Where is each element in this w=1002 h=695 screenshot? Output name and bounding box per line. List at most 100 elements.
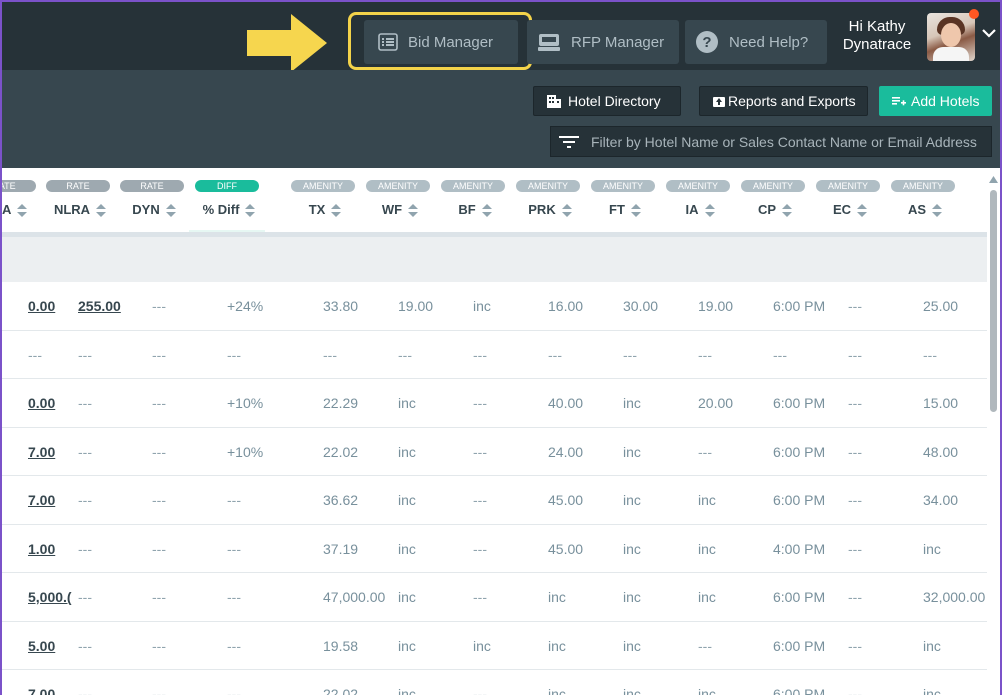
filter-field[interactable] bbox=[550, 126, 992, 157]
column-header-ft[interactable]: FT bbox=[609, 202, 625, 217]
column-header-nlra[interactable]: NLRA bbox=[54, 202, 90, 217]
greeting-company: Dynatrace bbox=[842, 36, 912, 53]
sort-icon[interactable] bbox=[481, 204, 492, 218]
vertical-scrollbar[interactable] bbox=[987, 168, 1000, 695]
avatar[interactable] bbox=[927, 13, 975, 61]
column-header-ia[interactable]: IA bbox=[686, 202, 699, 217]
cell-lra[interactable]: 5.00 bbox=[28, 622, 55, 670]
table-row[interactable]: 7.00 --- --- +10% 22.02 inc --- 24.00 inc --- 6:00… bbox=[2, 428, 987, 476]
help-icon: ? bbox=[695, 30, 719, 54]
cell-lra[interactable]: 7.00 bbox=[28, 670, 55, 695]
cell-nlra: --- bbox=[78, 395, 92, 411]
cell-as: 15.00 bbox=[923, 395, 959, 411]
column-type-badge: AMENITY bbox=[891, 180, 955, 192]
add-hotels-button[interactable]: Add Hotels bbox=[879, 86, 992, 116]
cell-ft: inc bbox=[623, 492, 641, 508]
notification-dot bbox=[969, 9, 979, 19]
table-row[interactable]: 5,000.(--- --- --- 47,000.00 inc --- inc inc inc… bbox=[2, 573, 987, 622]
window-frame-left bbox=[0, 0, 2, 695]
cell-as: 48.00 bbox=[923, 443, 959, 460]
cell-prk: --- bbox=[548, 346, 562, 363]
cell-diff: --- bbox=[227, 686, 241, 695]
sort-icon[interactable] bbox=[245, 204, 256, 218]
cell-bf: --- bbox=[473, 395, 487, 411]
column-header-ec[interactable]: EC bbox=[833, 202, 851, 217]
need-help-label: Need Help? bbox=[729, 33, 809, 51]
column-header-wf[interactable]: WF bbox=[382, 202, 402, 217]
sort-icon[interactable] bbox=[165, 204, 176, 218]
cell-as: inc bbox=[923, 686, 941, 695]
sort-icon[interactable] bbox=[932, 204, 943, 218]
cell-as: 34.00 bbox=[923, 492, 959, 508]
add-list-icon bbox=[892, 95, 906, 107]
hotel-directory-button[interactable]: Hotel Directory bbox=[533, 86, 681, 116]
scrollbar-thumb[interactable] bbox=[990, 190, 997, 412]
sort-icon[interactable] bbox=[408, 204, 419, 218]
cell-ia: 19.00 bbox=[698, 298, 734, 314]
cell-ec: --- bbox=[848, 637, 862, 654]
cell-lra[interactable]: 0.00 bbox=[28, 379, 55, 427]
cell-nlra[interactable]: 255.00 bbox=[78, 282, 121, 330]
column-header-diff[interactable]: % Diff bbox=[203, 202, 240, 217]
cell-lra[interactable]: 1.00 bbox=[28, 525, 55, 573]
bid-manager-label: Bid Manager bbox=[408, 33, 494, 51]
sort-icon[interactable] bbox=[630, 204, 641, 218]
scroll-up-icon[interactable] bbox=[989, 176, 998, 183]
table-row[interactable]: 0.00 --- --- +10% 22.29 inc --- 40.00 inc 20.00 6:… bbox=[2, 379, 987, 428]
cell-tx: 19.58 bbox=[323, 637, 359, 654]
column-header-lra[interactable]: LRA bbox=[2, 202, 11, 217]
rfp-manager-button[interactable]: RFP Manager bbox=[527, 20, 679, 64]
cell-lra[interactable]: 7.00 bbox=[28, 428, 55, 476]
reports-exports-button[interactable]: Reports and Exports bbox=[699, 86, 868, 116]
sort-icon[interactable] bbox=[17, 204, 28, 218]
cell-lra[interactable]: 7.00 bbox=[28, 476, 55, 524]
sort-icon[interactable] bbox=[857, 204, 868, 218]
cell-tx: 37.19 bbox=[323, 540, 359, 557]
cell-ft: --- bbox=[623, 346, 637, 363]
hotel-table: RATE LRA RATE NLRA RATE DYN DIFF % Diff AMENITY T… bbox=[2, 168, 987, 695]
cell-cp: 6:00 PM bbox=[773, 686, 826, 695]
column-type-badge: AMENITY bbox=[441, 180, 505, 192]
table-row[interactable]: 7.00 --- --- --- 36.62 inc --- 45.00 inc inc 6:00 … bbox=[2, 476, 987, 525]
cell-ec: --- bbox=[848, 492, 862, 508]
cell-lra[interactable]: 5,000.( bbox=[28, 573, 72, 621]
column-header-tx[interactable]: TX bbox=[309, 202, 326, 217]
sort-icon[interactable] bbox=[96, 204, 107, 218]
table-row[interactable]: 7.00 --- --- --- 22.02 inc --- inc inc inc 6:00 PM… bbox=[2, 670, 987, 695]
cell-cp: 6:00 PM bbox=[773, 395, 826, 411]
table-row[interactable]: 5.00 --- --- --- 19.58 inc inc inc inc --- 6:00 PM… bbox=[2, 622, 987, 670]
column-header-bf[interactable]: BF bbox=[458, 202, 475, 217]
cell-lra[interactable]: 0.00 bbox=[28, 282, 55, 330]
cell-dyn: --- bbox=[152, 443, 166, 460]
column-header-as[interactable]: AS bbox=[908, 202, 926, 217]
list-icon bbox=[378, 33, 398, 51]
cell-prk: inc bbox=[548, 589, 566, 605]
cell-prk: inc bbox=[548, 686, 566, 695]
cell-ia: --- bbox=[698, 637, 712, 654]
column-header-cp[interactable]: CP bbox=[758, 202, 776, 217]
table-row[interactable]: 0.00 255.00 --- +24% 33.80 19.00 inc 16.00 30.00… bbox=[2, 282, 987, 331]
sort-icon[interactable] bbox=[782, 204, 793, 218]
need-help-button[interactable]: ? Need Help? bbox=[685, 20, 827, 64]
sort-icon[interactable] bbox=[704, 204, 715, 218]
chevron-down-icon[interactable] bbox=[982, 28, 996, 38]
table-row[interactable]: --- --- --- --- --- --- --- --- --- --- --- --- --- bbox=[2, 331, 987, 379]
cell-dyn: --- bbox=[152, 637, 166, 654]
cell-ia: --- bbox=[698, 346, 712, 363]
cell-diff: --- bbox=[227, 589, 241, 605]
cell-wf: --- bbox=[398, 346, 412, 363]
column-header-prk[interactable]: PRK bbox=[528, 202, 555, 217]
bid-manager-button[interactable]: Bid Manager bbox=[364, 20, 518, 64]
column-type-badge: AMENITY bbox=[741, 180, 805, 192]
column-header-dyn[interactable]: DYN bbox=[132, 202, 159, 217]
cell-ec: --- bbox=[848, 395, 862, 411]
cell-ec: --- bbox=[848, 298, 862, 314]
cell-diff: --- bbox=[227, 492, 241, 508]
cell-tx: 22.29 bbox=[323, 395, 359, 411]
filter-input[interactable] bbox=[589, 132, 991, 151]
user-greeting[interactable]: Hi Kathy Dynatrace bbox=[838, 18, 916, 54]
cell-dyn: --- bbox=[152, 492, 166, 508]
sort-icon[interactable] bbox=[561, 204, 572, 218]
table-row[interactable]: 1.00 --- --- --- 37.19 inc --- 45.00 inc inc 4:00 … bbox=[2, 525, 987, 573]
sort-icon[interactable] bbox=[331, 204, 342, 218]
